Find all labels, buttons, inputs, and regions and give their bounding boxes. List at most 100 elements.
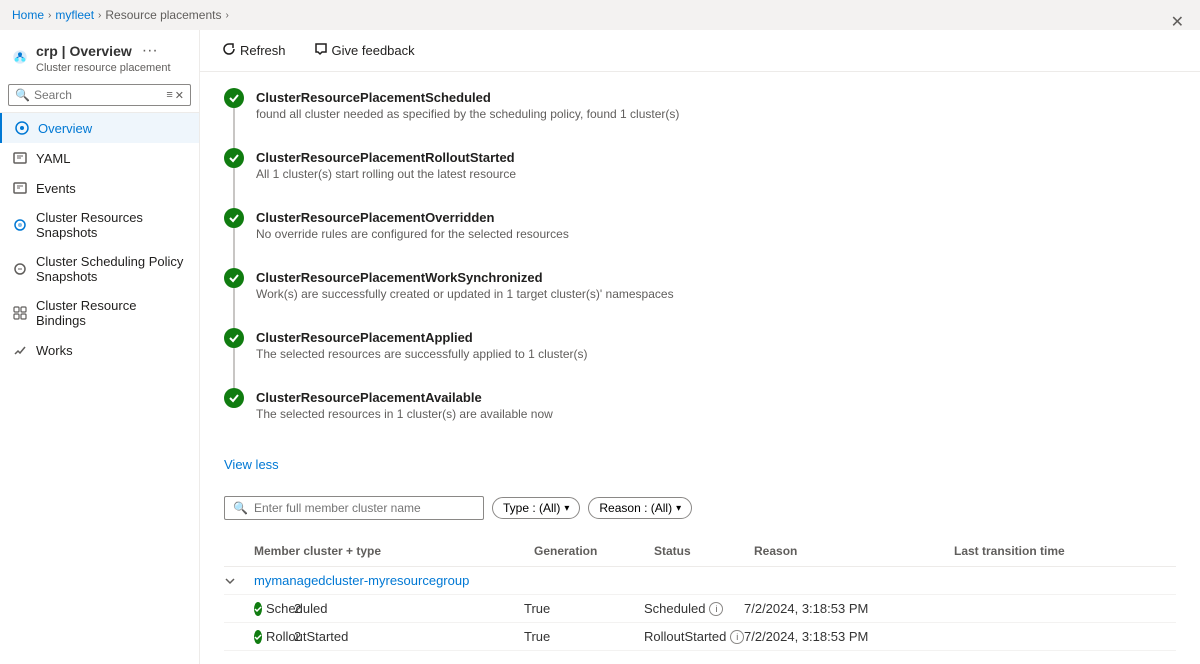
timeline-item-2: ClusterResourcePlacementOverridden No ov… (224, 208, 1176, 268)
sidebar-item-crb-label: Cluster Resource Bindings (36, 298, 187, 328)
breadcrumb-current: Resource placements (105, 8, 221, 22)
timeline-desc-5: The selected resources in 1 cluster(s) a… (256, 407, 553, 421)
type-filter-label: Type : (All) (503, 501, 560, 515)
sidebar-item-events-label: Events (36, 181, 76, 196)
sidebar-search-container: 🔍 ≡ ✕ (0, 78, 199, 113)
row1-reason: RolloutStarted (644, 629, 726, 644)
works-icon (12, 342, 28, 358)
timeline-dot-5 (224, 388, 244, 408)
sidebar-item-csps-label: Cluster Scheduling Policy Snapshots (36, 254, 187, 284)
sidebar-item-cluster-resources-snapshots[interactable]: Cluster Resources Snapshots (0, 203, 199, 247)
breadcrumb-chevron-1: › (48, 10, 51, 21)
more-options-button[interactable]: ··· (136, 40, 164, 62)
close-button[interactable]: ✕ (1167, 30, 1188, 36)
cluster-expand-icon[interactable] (224, 575, 254, 587)
refresh-label: Refresh (240, 43, 286, 58)
col-status: Status (654, 544, 754, 558)
timeline-desc-0: found all cluster needed as specified by… (256, 107, 679, 121)
table-row-0: Scheduled 2 True Scheduled i 7/2/2024, 3… (224, 595, 1176, 623)
timeline: ClusterResourcePlacementScheduled found … (200, 72, 1200, 453)
sidebar-item-events[interactable]: Events (0, 173, 199, 203)
timeline-dot-4 (224, 328, 244, 348)
sidebar-nav: Overview YAML Events Cluster Resources S… (0, 113, 199, 365)
sidebar-item-overview-label: Overview (38, 121, 92, 136)
timeline-line-0 (233, 108, 235, 148)
timeline-desc-2: No override rules are configured for the… (256, 227, 569, 241)
feedback-icon (314, 42, 328, 59)
view-less-link[interactable]: View less (224, 457, 279, 472)
row1-generation: 2 (294, 629, 524, 644)
timeline-item-3: ClusterResourcePlacementWorkSynchronized… (224, 268, 1176, 328)
table-header: Member cluster + type Generation Status … (224, 536, 1176, 567)
refresh-icon (222, 42, 236, 59)
type-filter-badge[interactable]: Type : (All) ▾ (492, 497, 580, 519)
toolbar: Refresh Give feedback ✕ (200, 30, 1200, 72)
main-content: Refresh Give feedback ✕ (200, 30, 1200, 664)
sidebar-title: crp | Overview (36, 43, 132, 59)
feedback-button[interactable]: Give feedback (308, 38, 421, 63)
timeline-item-5: ClusterResourcePlacementAvailable The se… (224, 388, 1176, 437)
sidebar-item-cluster-resource-bindings[interactable]: Cluster Resource Bindings (0, 291, 199, 335)
sidebar-item-yaml-label: YAML (36, 151, 70, 166)
filter-search-icon: 🔍 (233, 501, 248, 515)
sidebar-subtitle: Cluster resource placement (36, 62, 171, 74)
timeline-title-2: ClusterResourcePlacementOverridden (256, 210, 569, 225)
filter-icon[interactable]: ≡ (166, 89, 172, 102)
breadcrumb-chevron-3: › (225, 10, 228, 21)
snapshot-icon (12, 217, 28, 233)
sidebar: crp | Overview ··· Cluster resource plac… (0, 30, 200, 664)
sidebar-item-crs-label: Cluster Resources Snapshots (36, 210, 187, 240)
clear-icon[interactable]: ✕ (175, 89, 184, 102)
row0-status-icon (254, 602, 262, 616)
sidebar-item-works[interactable]: Works (0, 335, 199, 365)
timeline-desc-3: Work(s) are successfully created or upda… (256, 287, 674, 301)
feedback-label: Give feedback (332, 43, 415, 58)
reason-filter-chevron-icon: ▾ (676, 503, 681, 514)
row1-reason-cell: RolloutStarted i (644, 629, 744, 644)
sidebar-item-yaml[interactable]: YAML (0, 143, 199, 173)
col-generation: Generation (534, 544, 654, 558)
timeline-item-0: ClusterResourcePlacementScheduled found … (224, 88, 1176, 148)
cluster-search-input[interactable] (254, 501, 475, 515)
sidebar-header: crp | Overview ··· Cluster resource plac… (0, 30, 199, 78)
crp-logo-icon (12, 49, 28, 65)
col-member-cluster: Member cluster + type (254, 544, 534, 558)
filter-row: 🔍 Type : (All) ▾ Reason : (All) ▾ (200, 488, 1200, 536)
timeline-dot-0 (224, 88, 244, 108)
timeline-dot-2 (224, 208, 244, 228)
overview-icon (14, 120, 30, 136)
row0-generation: 2 (294, 601, 524, 616)
row1-info-icon[interactable]: i (730, 630, 744, 644)
timeline-line-3 (233, 288, 235, 328)
sidebar-item-overview[interactable]: Overview (0, 113, 199, 143)
yaml-icon (12, 150, 28, 166)
cluster-name-link[interactable]: mymanagedcluster-myresourcegroup (254, 573, 1176, 588)
refresh-button[interactable]: Refresh (216, 38, 292, 63)
row1-name-cell: RolloutStarted (224, 629, 294, 644)
breadcrumb-myfleet[interactable]: myfleet (55, 8, 94, 22)
row1-status: True (524, 629, 644, 644)
reason-filter-badge[interactable]: Reason : (All) ▾ (588, 497, 692, 519)
table-row-1: RolloutStarted 2 True RolloutStarted i 7… (224, 623, 1176, 651)
timeline-line-1 (233, 168, 235, 208)
policy-icon (12, 261, 28, 277)
timeline-dot-1 (224, 148, 244, 168)
col-last-transition: Last transition time (954, 544, 1176, 558)
timeline-title-5: ClusterResourcePlacementAvailable (256, 390, 553, 405)
breadcrumb-chevron-2: › (98, 10, 101, 21)
timeline-title-1: ClusterResourcePlacementRolloutStarted (256, 150, 516, 165)
row1-last-transition: 7/2/2024, 3:18:53 PM (744, 629, 944, 644)
binding-icon (12, 305, 28, 321)
search-icon: 🔍 (15, 88, 30, 102)
row0-reason: Scheduled (644, 601, 705, 616)
timeline-desc-1: All 1 cluster(s) start rolling out the l… (256, 167, 516, 181)
sidebar-item-cluster-scheduling-policy-snapshots[interactable]: Cluster Scheduling Policy Snapshots (0, 247, 199, 291)
row0-status: True (524, 601, 644, 616)
breadcrumb-home[interactable]: Home (12, 8, 44, 22)
timeline-item-1: ClusterResourcePlacementRolloutStarted A… (224, 148, 1176, 208)
col-reason: Reason (754, 544, 954, 558)
sidebar-search-input[interactable] (34, 88, 162, 102)
row0-info-icon[interactable]: i (709, 602, 723, 616)
timeline-desc-4: The selected resources are successfully … (256, 347, 587, 361)
timeline-title-3: ClusterResourcePlacementWorkSynchronized (256, 270, 674, 285)
